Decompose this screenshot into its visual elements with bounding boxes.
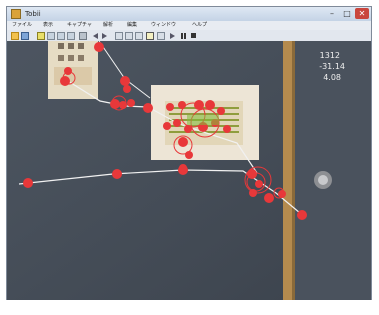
maximize-button[interactable]: □ [340, 8, 354, 19]
menu-analysis[interactable]: 解析 [103, 21, 113, 30]
video-view[interactable]: 1312 -31.14 4.08 [7, 41, 371, 303]
poster-left-symbol [68, 55, 74, 61]
frame-icon[interactable] [157, 32, 165, 40]
poster-left-symbol [58, 43, 64, 49]
pause-icon[interactable] [180, 32, 188, 40]
readout-line-1: 1312 [320, 51, 340, 60]
frame-icon[interactable] [135, 32, 143, 40]
menu-window[interactable]: ウィンドウ [151, 21, 176, 30]
app-icon [11, 9, 21, 19]
readout-line-3: 4.08 [323, 73, 341, 82]
frame-icon[interactable] [115, 32, 123, 40]
menu-bar: ファイル 表示 キャプチャ 解析 編集 ウィンドウ ヘルプ [7, 21, 371, 30]
gaze-highlight-region [187, 115, 219, 125]
door-frame-edge [292, 41, 295, 303]
menu-file[interactable]: ファイル [12, 21, 32, 30]
door-frame [283, 41, 292, 303]
window-title: Tobii [25, 10, 41, 18]
poster-left-symbol [68, 43, 74, 49]
image-icon[interactable] [67, 32, 75, 40]
status-bar [0, 300, 379, 315]
image-icon[interactable] [57, 32, 65, 40]
poster-left-symbol [78, 43, 84, 49]
play-icon[interactable] [170, 32, 178, 40]
poster-center-line [169, 113, 239, 115]
gaze-video-frame: 1312 -31.14 4.08 [7, 41, 371, 303]
tool-icon[interactable] [79, 32, 87, 40]
menu-help[interactable]: ヘルプ [192, 21, 207, 30]
menu-capture[interactable]: キャプチャ [67, 21, 92, 30]
menu-view[interactable]: 表示 [43, 21, 53, 30]
door-handle-knob [318, 175, 328, 185]
stop-icon[interactable] [190, 32, 198, 40]
image-icon[interactable] [37, 32, 45, 40]
folder-open-icon[interactable] [11, 32, 19, 40]
next-icon[interactable] [102, 32, 108, 40]
previous-icon[interactable] [93, 32, 99, 40]
frame-selected-icon[interactable] [146, 32, 154, 40]
minimize-button[interactable]: – [325, 8, 339, 19]
close-button[interactable]: ✕ [355, 8, 369, 19]
readout-line-2: -31.14 [319, 62, 345, 71]
save-icon[interactable] [21, 32, 29, 40]
image-icon[interactable] [47, 32, 55, 40]
frame-icon[interactable] [125, 32, 133, 40]
poster-left-symbol [58, 55, 64, 61]
title-bar[interactable]: Tobii – □ ✕ [7, 7, 371, 21]
poster-left-symbol [78, 55, 84, 61]
menu-edit[interactable]: 編集 [127, 21, 137, 30]
